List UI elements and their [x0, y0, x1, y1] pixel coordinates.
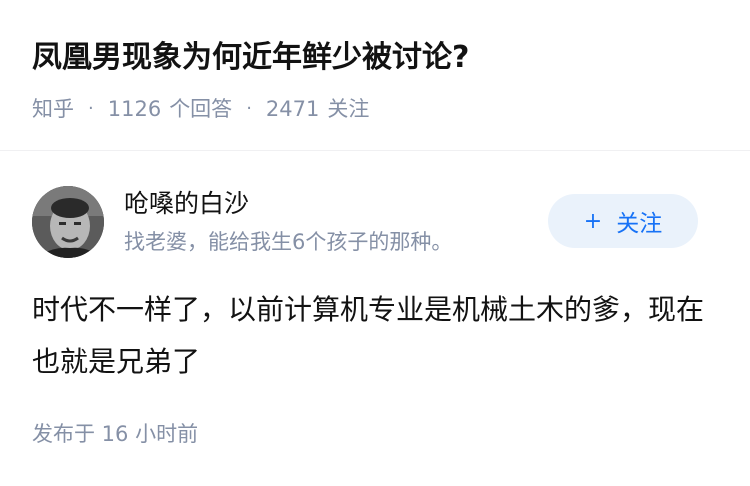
author-avatar[interactable] — [32, 186, 104, 258]
follow-button-label: 关注 — [616, 211, 663, 237]
question-title[interactable]: 凤凰男现象为何近年鲜少被讨论? — [32, 36, 469, 80]
follow-button[interactable]: + 关注 — [548, 194, 698, 248]
author-name[interactable]: 呛嗓的白沙 — [124, 186, 249, 222]
follower-count: 2471 — [265, 97, 320, 121]
answer-count-label: 个回答 — [169, 97, 233, 121]
answer-content[interactable]: 时代不一样了，以前计算机专业是机械土木的爹，现在也就是兄弟了 — [32, 284, 722, 388]
plus-icon: + — [583, 208, 603, 234]
follower-count-label: 关注 — [327, 97, 370, 121]
person-photo-avatar — [32, 186, 104, 258]
section-divider — [0, 150, 750, 151]
meta-separator: · — [246, 98, 252, 119]
meta-separator: · — [88, 98, 94, 119]
author-bio: 找老婆，能给我生6个孩子的那种。 — [124, 230, 453, 254]
answer-publish-time: 发布于 16 小时前 — [32, 422, 199, 446]
answer-count: 1126 — [107, 97, 162, 121]
question-meta: 知乎 · 1126 个回答 · 2471 关注 — [32, 93, 369, 125]
site-name[interactable]: 知乎 — [32, 93, 74, 125]
